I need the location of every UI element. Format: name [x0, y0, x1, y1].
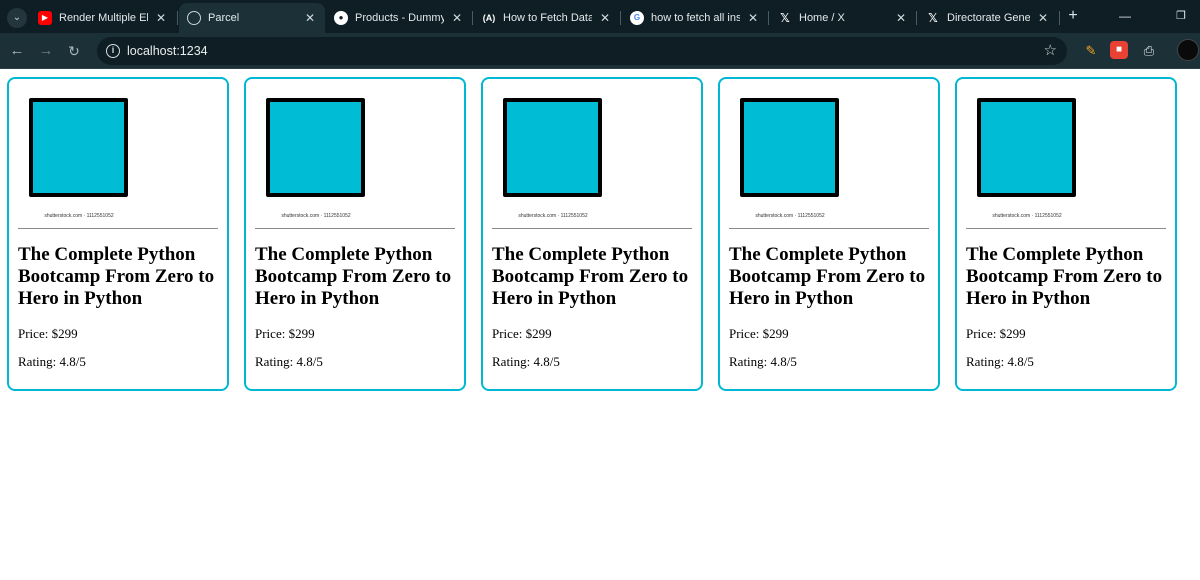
product-card: shutterstock.com · 1112551052 The Comple… [7, 77, 229, 391]
image-watermark: shutterstock.com · 1112551052 [755, 213, 825, 219]
card-divider [18, 228, 218, 229]
product-image: shutterstock.com · 1112551052 [965, 85, 1165, 227]
product-price: Price: $299 [966, 326, 1026, 341]
product-rating: Rating: 4.8/5 [966, 354, 1034, 369]
close-icon[interactable]: ✕ [746, 11, 760, 25]
address-url[interactable]: localhost:1234 [127, 44, 208, 58]
tab-title: Directorate General c [947, 12, 1030, 24]
profile-avatar-icon[interactable] [1177, 39, 1199, 61]
tab-title: Parcel [208, 12, 240, 24]
tab-search-chevron-icon[interactable]: ⌄ [7, 8, 27, 28]
close-icon[interactable]: ✕ [1036, 11, 1050, 25]
close-icon[interactable]: ✕ [598, 11, 612, 25]
product-title: The Complete Python Bootcamp From Zero t… [492, 244, 689, 309]
card-divider [966, 228, 1166, 229]
tab-divider [916, 11, 917, 25]
product-image: shutterstock.com · 1112551052 [728, 85, 928, 227]
site-info-icon[interactable]: i [106, 44, 120, 58]
tab-google-search[interactable]: G how to fetch all insid ✕ [622, 3, 768, 33]
product-image-placeholder [266, 98, 365, 197]
product-rating: Rating: 4.8/5 [729, 354, 797, 369]
product-price: Price: $299 [492, 326, 552, 341]
image-watermark: shutterstock.com · 1112551052 [281, 213, 351, 219]
pencil-extension-icon[interactable]: ✎ [1082, 41, 1100, 59]
image-watermark: shutterstock.com · 1112551052 [44, 213, 114, 219]
new-tab-plus-icon[interactable]: + [1064, 7, 1082, 25]
reload-icon[interactable]: ↻ [63, 40, 85, 62]
toolbar: ← → ↻ i localhost:1234 ☆ ✎ ■ ⎙ [0, 33, 1200, 69]
address-bar[interactable]: i localhost:1234 ☆ [97, 37, 1067, 65]
product-card: shutterstock.com · 1112551052 The Comple… [244, 77, 466, 391]
tab-how-to-fetch-data[interactable]: (A) How to Fetch Data fr ✕ [474, 3, 620, 33]
product-rating: Rating: 4.8/5 [18, 354, 86, 369]
tab-home-x[interactable]: 𝕏 Home / X ✕ [770, 3, 916, 33]
product-card: shutterstock.com · 1112551052 The Comple… [955, 77, 1177, 391]
product-image-placeholder [29, 98, 128, 197]
angle-icon: (A) [482, 12, 496, 23]
tab-products-dummyjson[interactable]: ● Products - DummyJS ✕ [326, 3, 472, 33]
product-image-placeholder [977, 98, 1076, 197]
tab-divider [620, 11, 621, 25]
card-divider [255, 228, 455, 229]
card-divider [729, 228, 929, 229]
extension-badge-icon[interactable]: ■ [1110, 41, 1128, 59]
tab-render-multiple[interactable]: ▶ Render Multiple Elem ✕ [30, 3, 176, 33]
product-card: shutterstock.com · 1112551052 The Comple… [718, 77, 940, 391]
image-watermark: shutterstock.com · 1112551052 [992, 213, 1062, 219]
product-rating: Rating: 4.8/5 [255, 354, 323, 369]
product-image: shutterstock.com · 1112551052 [17, 85, 217, 227]
forward-arrow-icon[interactable]: → [35, 40, 57, 62]
tab-directorate-general[interactable]: 𝕏 Directorate General c ✕ [918, 3, 1058, 33]
tab-divider [768, 11, 769, 25]
close-icon[interactable]: ✕ [154, 11, 168, 25]
close-icon[interactable]: ✕ [303, 11, 317, 25]
product-title: The Complete Python Bootcamp From Zero t… [255, 244, 452, 309]
product-image: shutterstock.com · 1112551052 [491, 85, 691, 227]
product-price: Price: $299 [18, 326, 78, 341]
globe-icon [187, 11, 201, 25]
product-price: Price: $299 [729, 326, 789, 341]
product-card: shutterstock.com · 1112551052 The Comple… [481, 77, 703, 391]
tab-title: How to Fetch Data fr [503, 12, 592, 24]
extensions-puzzle-icon[interactable]: ⎙ [1140, 41, 1158, 59]
tab-title: Home / X [799, 12, 845, 24]
dummyjson-icon: ● [334, 11, 348, 25]
product-image: shutterstock.com · 1112551052 [254, 85, 454, 227]
restore-icon[interactable]: ❐ [1170, 7, 1192, 25]
bookmark-star-icon[interactable]: ☆ [1044, 42, 1057, 60]
tab-parcel[interactable]: Parcel ✕ [179, 3, 325, 33]
product-rating: Rating: 4.8/5 [492, 354, 560, 369]
product-title: The Complete Python Bootcamp From Zero t… [966, 244, 1163, 309]
youtube-icon: ▶ [38, 11, 52, 25]
tab-strip: ⌄ ▶ Render Multiple Elem ✕ Parcel ✕ ● Pr… [0, 0, 1200, 33]
close-icon[interactable]: ✕ [450, 11, 464, 25]
tab-divider [472, 11, 473, 25]
tab-title: Render Multiple Elem [59, 12, 148, 24]
product-title: The Complete Python Bootcamp From Zero t… [18, 244, 215, 309]
page-content: shutterstock.com · 1112551052 The Comple… [0, 70, 1200, 580]
tab-title: Products - DummyJS [355, 12, 444, 24]
tab-divider [177, 11, 178, 25]
back-arrow-icon[interactable]: ← [6, 40, 28, 62]
x-icon: 𝕏 [928, 11, 938, 25]
tab-title: how to fetch all insid [651, 12, 740, 24]
tab-divider [1059, 11, 1060, 25]
x-icon: 𝕏 [780, 11, 790, 25]
card-divider [492, 228, 692, 229]
product-title: The Complete Python Bootcamp From Zero t… [729, 244, 926, 309]
product-image-placeholder [740, 98, 839, 197]
minimize-icon[interactable]: — [1114, 7, 1136, 25]
product-image-placeholder [503, 98, 602, 197]
google-icon: G [630, 11, 644, 25]
image-watermark: shutterstock.com · 1112551052 [518, 213, 588, 219]
product-price: Price: $299 [255, 326, 315, 341]
close-icon[interactable]: ✕ [894, 11, 908, 25]
